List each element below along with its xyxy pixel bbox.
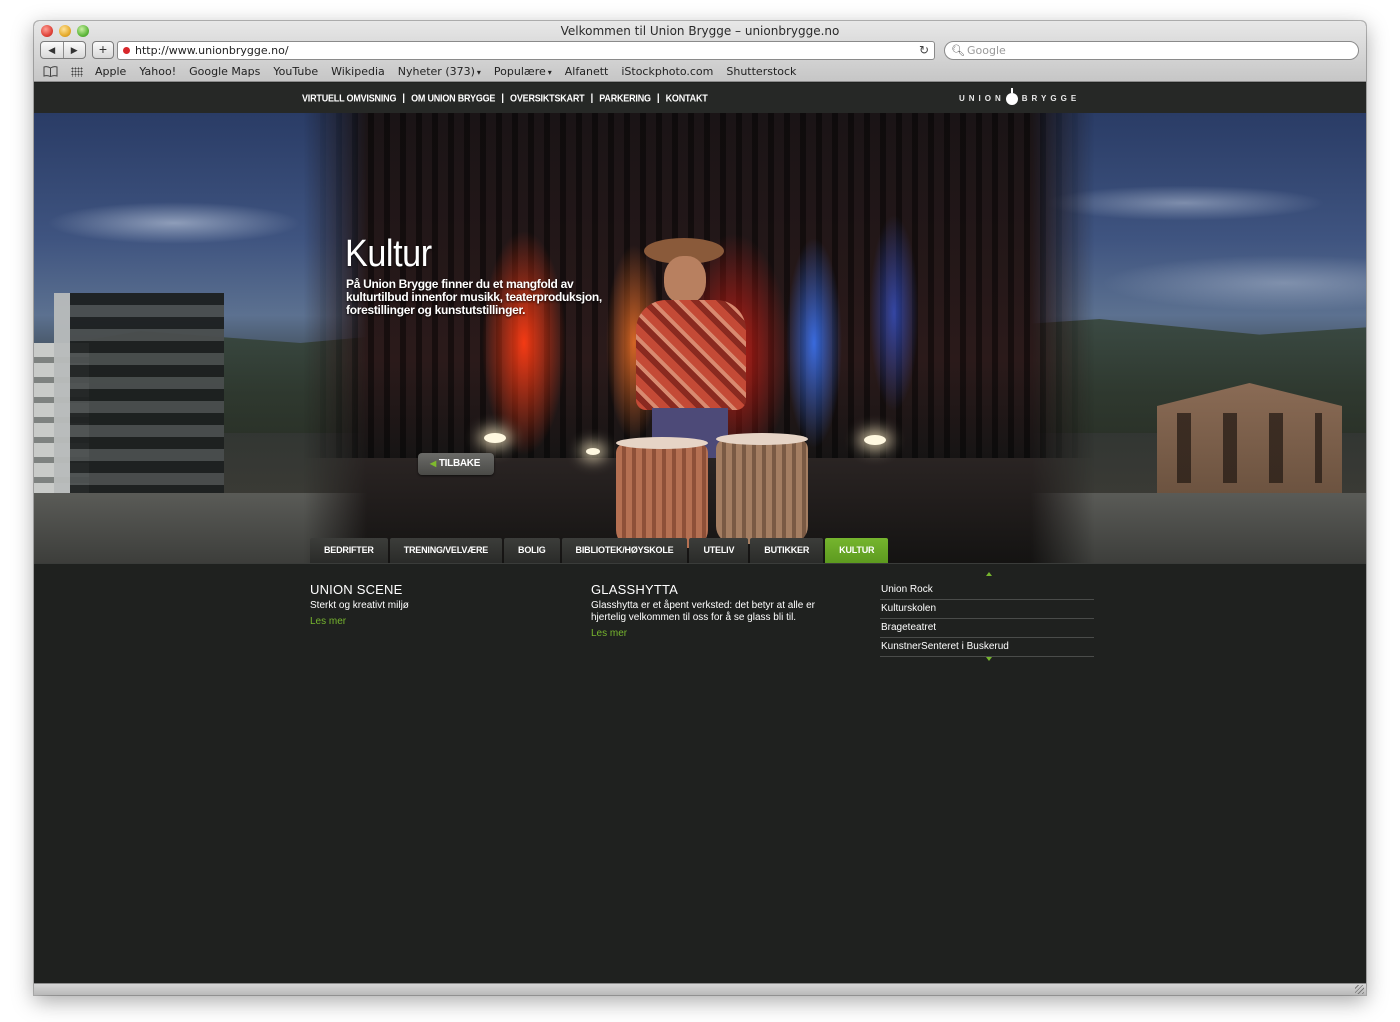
bookmark-item[interactable]: Yahoo!: [139, 65, 176, 78]
stage-light-icon: [864, 435, 886, 445]
browser-toolbar: Velkommen til Union Brygge – unionbrygge…: [34, 21, 1366, 82]
tab-bedrifter[interactable]: BEDRIFTER: [310, 538, 388, 563]
tab-bibliotek-hoyskole[interactable]: BIBLIOTEK/HØYSKOLE: [561, 538, 688, 563]
bookmark-item[interactable]: Google Maps: [189, 65, 260, 78]
search-input[interactable]: 🔍︎ Google: [944, 41, 1359, 60]
nav-virtual-tour[interactable]: VIRTUELL OMVISNING: [302, 93, 396, 104]
bookmarks-bar: Apple Yahoo! Google Maps YouTube Wikiped…: [34, 64, 1366, 81]
feature-text: Sterkt og kreativt miljø: [310, 600, 409, 611]
site-header: VIRTUELL OMVISNING | OM UNION BRYGGE | O…: [34, 83, 1366, 113]
hero-building-image: [1157, 383, 1342, 498]
culture-list: Union Rock Kulturskolen Brageteatret Kun…: [880, 572, 1094, 661]
tab-butikker[interactable]: BUTIKKER: [750, 538, 824, 563]
category-tabs: BEDRIFTER TRENING/VELVÆRE BOLIG BIBLIOTE…: [310, 538, 889, 563]
address-text: http://www.unionbrygge.no/: [135, 44, 289, 57]
read-more-link[interactable]: Les mer: [310, 616, 570, 627]
window-title: Velkommen til Union Brygge – unionbrygge…: [560, 24, 840, 38]
content-area: UNION SCENE Sterkt og kreativt miljø Les…: [34, 563, 1366, 983]
back-button-label: TILBAKE: [438, 458, 481, 469]
page-title: Kultur: [345, 233, 432, 275]
search-icon: 🔍︎: [951, 44, 965, 57]
stage-light-icon: [484, 433, 506, 443]
back-arrow-icon[interactable]: ◀: [41, 42, 63, 58]
conga-drum: [616, 437, 708, 548]
resize-grip-icon[interactable]: [1355, 985, 1364, 994]
conga-drum: [716, 433, 808, 544]
nav-separator: |: [590, 92, 594, 104]
logo-text-left: UNION: [959, 93, 1005, 103]
tab-kultur[interactable]: KULTUR: [825, 538, 889, 563]
nav-parking[interactable]: PARKERING: [599, 93, 651, 104]
performer-head: [664, 256, 706, 304]
bookmark-item[interactable]: iStockphoto.com: [621, 65, 713, 78]
tab-uteliv[interactable]: UTELIV: [689, 538, 749, 563]
nav-overview-map[interactable]: OVERSIKTSKART: [510, 93, 585, 104]
browser-window: Velkommen til Union Brygge – unionbrygge…: [34, 21, 1366, 995]
feature-text: Glasshytta er et åpent verksted: det bet…: [591, 600, 816, 623]
hero-description: På Union Brygge finner du et mangfold av…: [346, 277, 602, 317]
browser-status-bar: [34, 983, 1366, 995]
back-button[interactable]: ◀ TILBAKE: [418, 453, 495, 475]
forward-arrow-icon[interactable]: ▶: [62, 42, 86, 58]
site-favicon-icon: [123, 47, 130, 54]
logo-text-right: BRYGGE: [1021, 93, 1081, 103]
top-navigation: VIRTUELL OMVISNING | OM UNION BRYGGE | O…: [302, 83, 708, 113]
hero-building-image: [54, 293, 224, 493]
site-logo[interactable]: UNION BRYGGE: [959, 86, 1080, 110]
tab-trening-velvaere[interactable]: TRENING/VELVÆRE: [389, 538, 503, 563]
list-item[interactable]: Kulturskolen: [880, 600, 1094, 619]
add-bookmark-button[interactable]: +: [92, 41, 114, 59]
bookmark-list: Apple Yahoo! Google Maps YouTube Wikiped…: [95, 65, 796, 78]
scroll-up-icon[interactable]: [986, 572, 992, 576]
bookmark-item[interactable]: Apple: [95, 65, 126, 78]
nav-separator: |: [656, 92, 660, 104]
bookmark-item[interactable]: Shutterstock: [726, 65, 796, 78]
bookmark-folder[interactable]: Populære: [494, 65, 552, 78]
performer-shirt: [636, 300, 746, 410]
list-item[interactable]: KunstnerSenteret i Buskerud: [880, 638, 1094, 657]
list-item[interactable]: Union Rock: [880, 581, 1094, 600]
nav-about[interactable]: OM UNION BRYGGE: [411, 93, 495, 104]
top-sites-grid-icon[interactable]: [71, 67, 83, 77]
scroll-down-icon[interactable]: [986, 657, 992, 661]
search-placeholder: Google: [967, 44, 1006, 57]
performer-figure: [624, 238, 754, 458]
tab-bolig[interactable]: BOLIG: [504, 538, 560, 563]
nav-contact[interactable]: KONTAKT: [666, 93, 708, 104]
feature-union-scene: UNION SCENE Sterkt og kreativt miljø Les…: [310, 582, 570, 627]
stage-light-icon: [586, 448, 600, 455]
history-buttons: ◀ ▶: [40, 41, 86, 59]
feature-heading: GLASSHYTTA: [591, 582, 679, 597]
address-bar[interactable]: http://www.unionbrygge.no/ ↻: [117, 41, 935, 60]
feature-heading: UNION SCENE: [310, 582, 403, 597]
logo-mark-icon: [1005, 88, 1018, 105]
bookmark-item[interactable]: YouTube: [273, 65, 318, 78]
feature-glasshytta: GLASSHYTTA Glasshytta er et åpent verkst…: [591, 582, 851, 639]
nav-separator: |: [402, 92, 406, 104]
stage-photo: [304, 113, 1094, 563]
read-more-link[interactable]: Les mer: [591, 628, 851, 639]
bookmark-folder[interactable]: Nyheter (373): [398, 65, 481, 78]
hero-banner: Kultur På Union Brygge finner du et mang…: [34, 113, 1366, 563]
list-item[interactable]: Brageteatret: [880, 619, 1094, 638]
back-arrow-icon: ◀: [430, 459, 436, 468]
bookmark-item[interactable]: Alfanett: [565, 65, 609, 78]
open-book-icon[interactable]: [43, 66, 58, 77]
reload-icon[interactable]: ↻: [919, 42, 929, 59]
bookmark-item[interactable]: Wikipedia: [331, 65, 385, 78]
nav-separator: |: [501, 92, 505, 104]
